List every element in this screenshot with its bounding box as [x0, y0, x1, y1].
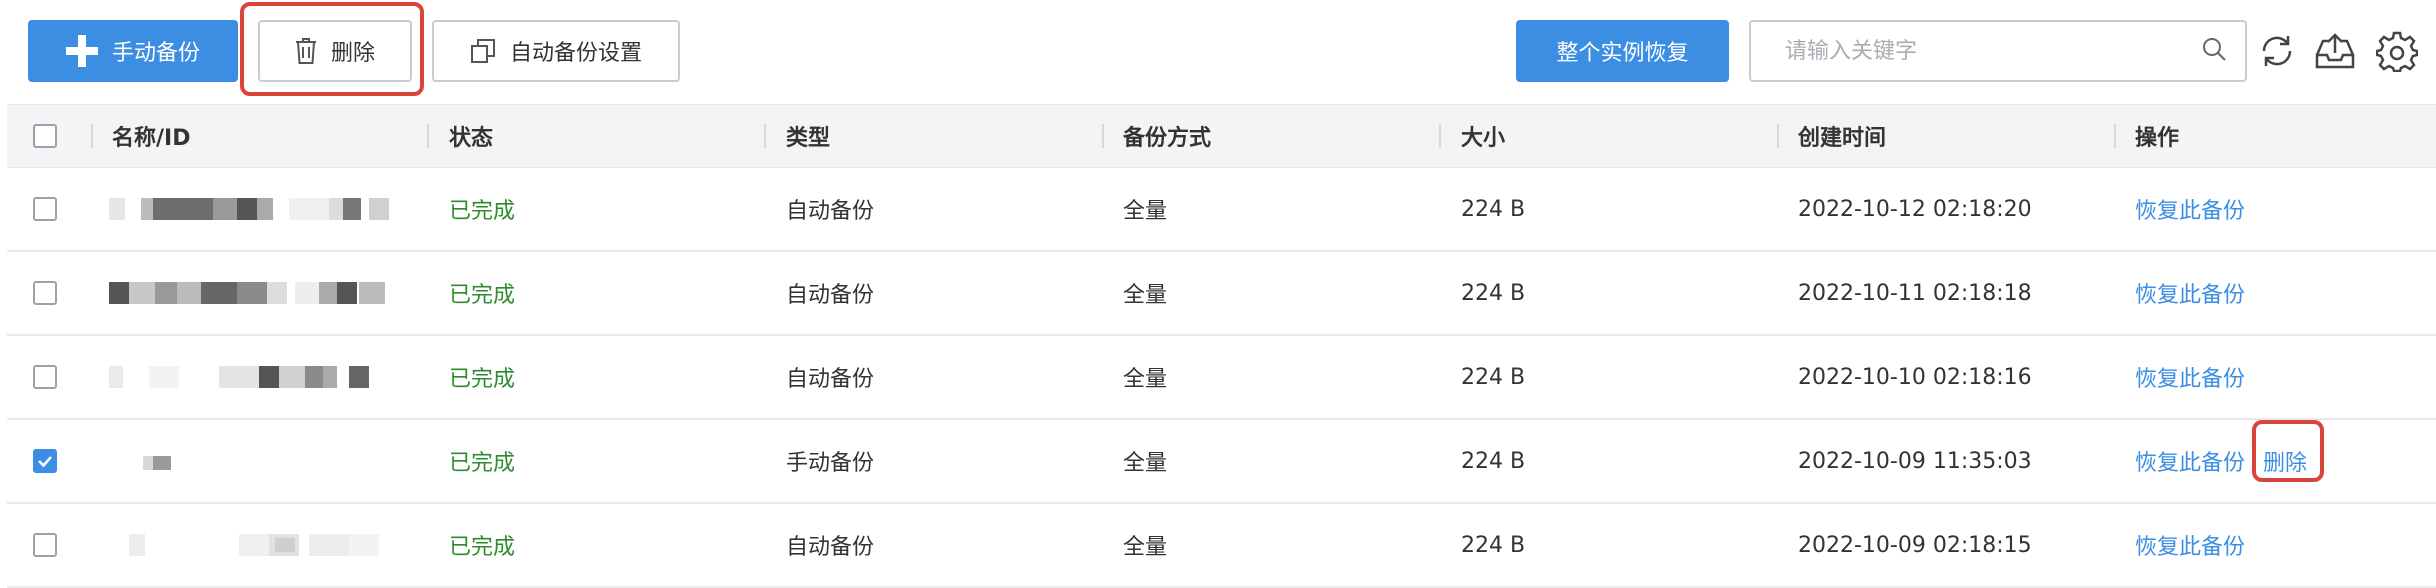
redacted-name	[109, 168, 399, 250]
plus-icon	[65, 35, 98, 67]
header-name: 名称/ID	[112, 126, 191, 151]
delete-button-highlight	[240, 2, 424, 96]
search-icon[interactable]	[2201, 36, 2227, 66]
table-row: 已完成 手动备份 全量 224 B 2022-10-09 11:35:03 恢复…	[7, 420, 2436, 504]
header-method: 备份方式	[1123, 126, 1212, 151]
manual-backup-button[interactable]: 手动备份	[28, 20, 238, 82]
manual-backup-label: 手动备份	[111, 41, 200, 66]
method-text: 全量	[1123, 535, 1168, 560]
row-checkbox[interactable]	[33, 281, 57, 305]
restore-instance-label: 整个实例恢复	[1556, 41, 1689, 66]
row-checkbox[interactable]	[33, 533, 57, 557]
header-size: 大小	[1461, 126, 1506, 151]
table-row: 已完成 自动备份 全量 224 B 2022-10-12 02:18:20 恢复…	[7, 168, 2436, 252]
restore-link[interactable]: 恢复此备份	[2135, 445, 2245, 477]
type-text: 自动备份	[786, 199, 875, 224]
toolbar: 手动备份 删除 自动备份设置 整个实例恢复	[0, 0, 2436, 104]
column-separator	[1777, 124, 1779, 148]
search-input[interactable]	[1783, 37, 2201, 65]
check-icon	[38, 456, 52, 468]
created-time: 2022-10-12 02:18:20	[1798, 196, 2032, 222]
size-text: 224 B	[1461, 532, 1526, 558]
row-checkbox[interactable]	[33, 197, 57, 221]
column-separator	[1439, 124, 1441, 148]
created-time: 2022-10-10 02:18:16	[1798, 364, 2032, 390]
table-row: 已完成 自动备份 全量 224 B 2022-10-11 02:18:18 恢复…	[7, 252, 2436, 336]
row-checkbox[interactable]	[33, 365, 57, 389]
backup-table: 名称/ID 状态 类型 备份方式 大小 创建时间 操作 已完成 自动备份 全量 …	[7, 104, 2436, 588]
column-separator	[2114, 124, 2116, 148]
redacted-name	[109, 336, 399, 418]
status-text: 已完成	[449, 283, 516, 308]
table-row: 已完成 自动备份 全量 224 B 2022-10-10 02:18:16 恢复…	[7, 336, 2436, 420]
copy-icon	[470, 38, 496, 64]
gear-icon[interactable]	[2374, 28, 2420, 74]
method-text: 全量	[1123, 367, 1168, 392]
type-text: 自动备份	[786, 535, 875, 560]
header-type: 类型	[786, 126, 831, 151]
method-text: 全量	[1123, 199, 1168, 224]
redacted-name	[109, 252, 399, 334]
redacted-name	[109, 420, 399, 502]
restore-link[interactable]: 恢复此备份	[2135, 529, 2245, 561]
type-text: 手动备份	[786, 451, 875, 476]
header-actions: 操作	[2135, 126, 2180, 151]
restore-link[interactable]: 恢复此备份	[2135, 193, 2245, 225]
select-all-checkbox-cell	[33, 105, 57, 167]
column-separator	[91, 124, 93, 148]
created-time: 2022-10-09 11:35:03	[1798, 448, 2032, 474]
method-text: 全量	[1123, 451, 1168, 476]
table-header: 名称/ID 状态 类型 备份方式 大小 创建时间 操作	[7, 104, 2436, 168]
cloud-upload-icon[interactable]	[2312, 28, 2358, 74]
restore-instance-button[interactable]: 整个实例恢复	[1516, 20, 1729, 82]
status-text: 已完成	[449, 535, 516, 560]
restore-link[interactable]: 恢复此备份	[2135, 277, 2245, 309]
size-text: 224 B	[1461, 364, 1526, 390]
type-text: 自动备份	[786, 367, 875, 392]
size-text: 224 B	[1461, 196, 1526, 222]
redacted-name	[109, 504, 399, 586]
status-text: 已完成	[449, 367, 516, 392]
column-separator	[1102, 124, 1104, 148]
auto-backup-settings-button[interactable]: 自动备份设置	[432, 20, 680, 82]
status-text: 已完成	[449, 451, 516, 476]
restore-link[interactable]: 恢复此备份	[2135, 361, 2245, 393]
size-text: 224 B	[1461, 448, 1526, 474]
delete-link-highlight	[2252, 420, 2324, 482]
header-created: 创建时间	[1798, 126, 1887, 151]
type-text: 自动备份	[786, 283, 875, 308]
created-time: 2022-10-11 02:18:18	[1798, 280, 2032, 306]
method-text: 全量	[1123, 283, 1168, 308]
auto-backup-settings-label: 自动备份设置	[509, 41, 642, 66]
header-status: 状态	[449, 126, 494, 151]
select-all-checkbox[interactable]	[33, 124, 57, 148]
row-checkbox-checked[interactable]	[33, 449, 57, 473]
status-text: 已完成	[449, 199, 516, 224]
search-box	[1749, 20, 2247, 82]
column-separator	[764, 124, 766, 148]
refresh-icon[interactable]	[2254, 28, 2300, 74]
size-text: 224 B	[1461, 280, 1526, 306]
created-time: 2022-10-09 02:18:15	[1798, 532, 2032, 558]
table-row: 已完成 自动备份 全量 224 B 2022-10-09 02:18:15 恢复…	[7, 504, 2436, 588]
column-separator	[427, 124, 429, 148]
